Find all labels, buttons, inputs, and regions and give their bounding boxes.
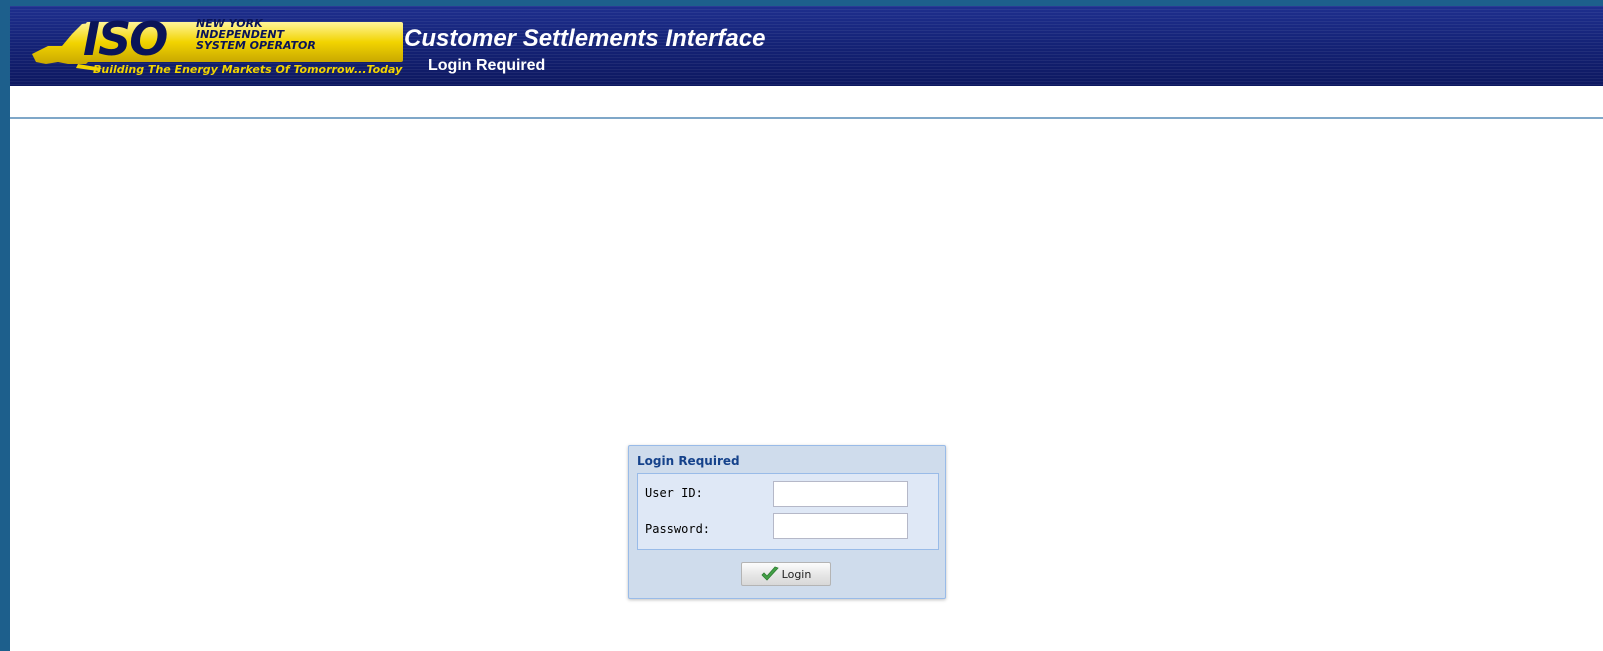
login-panel-title: Login Required: [637, 454, 740, 468]
logo-mark: ISO: [83, 12, 168, 66]
login-fieldset: User ID: Password:: [637, 473, 939, 550]
user-id-label: User ID:: [645, 486, 703, 500]
password-input[interactable]: [773, 513, 908, 539]
user-id-input[interactable]: [773, 481, 908, 507]
app-header: ISO NEW YORK INDEPENDENT SYSTEM OPERATOR…: [10, 6, 1603, 86]
logo-org-line: SYSTEM OPERATOR: [196, 39, 316, 52]
login-button[interactable]: Login: [741, 562, 831, 586]
app-title: Customer Settlements Interface: [404, 25, 766, 52]
logo-tagline: Building The Energy Markets Of Tomorrow.…: [93, 63, 403, 76]
page-subtitle: Login Required: [428, 57, 546, 74]
password-label: Password:: [645, 522, 711, 536]
window-frame: ISO NEW YORK INDEPENDENT SYSTEM OPERATOR…: [0, 0, 1603, 651]
check-icon: [761, 566, 779, 581]
login-panel: Login Required User ID: Password: Login: [628, 445, 946, 599]
login-button-label: Login: [781, 567, 812, 581]
logo-org-name: NEW YORK INDEPENDENT SYSTEM OPERATOR: [196, 18, 346, 51]
header-divider: [10, 117, 1603, 119]
nyiso-logo: ISO NEW YORK INDEPENDENT SYSTEM OPERATOR…: [28, 16, 403, 78]
